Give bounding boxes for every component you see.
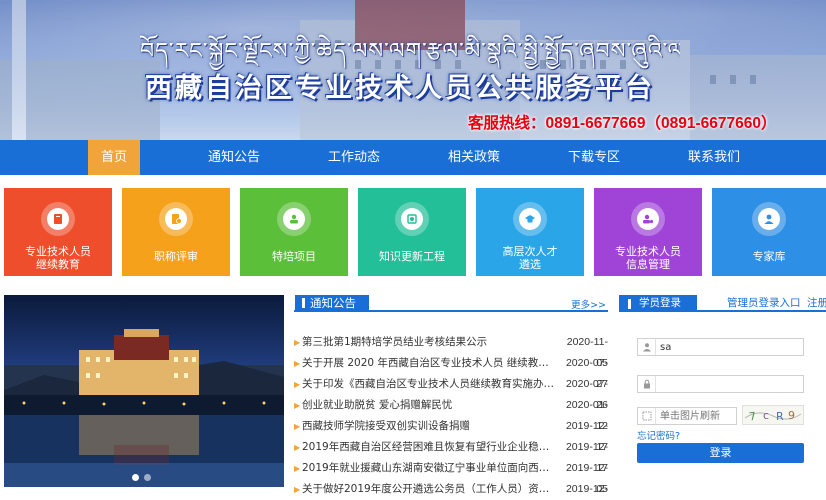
main-nav: 首页 通知公告 工作动态 相关政策 下载专区 联系我们	[0, 140, 826, 175]
notices-header: 通知公告 更多>>	[294, 295, 608, 312]
carousel-dot[interactable]	[144, 474, 151, 481]
login-panel: 学员登录 管理员登录入口 注册 7 c R 9 忘记密码? 登录	[619, 295, 826, 500]
list-item[interactable]: ▶关于做好2019年度公开遴选公务员（工作人员）资格审查 2019-12-03	[294, 479, 608, 500]
carousel-dots	[132, 474, 151, 481]
svg-text:R: R	[776, 410, 784, 423]
list-item[interactable]: ▶ 西藏技师学院接受双创实训设备捐赠 2019-12-17	[294, 416, 608, 453]
user-settings-icon	[637, 208, 659, 230]
list-item[interactable]: ▶ 第三批第1期特培学员结业考核结果公示 2020-11-05	[294, 332, 608, 369]
list-item[interactable]: ▶ 2019年西藏自治区经营困难且恢复有望行业企业稳岗返还 2019-12-17	[294, 437, 608, 474]
notices-panel: 通知公告 更多>> ▶ 第三批第1期特培学员结业考核结果公示 2020-11-05 …	[294, 295, 608, 500]
list-item[interactable]: ▶关于开展 2020 年西藏自治区专业技术人员 继续教育公需科目培训的通知202…	[294, 353, 608, 390]
notice-title[interactable]: 关于开展 2020 年西藏自治区专业技术人员 继续教育公需科目培训的通知	[302, 353, 554, 374]
book-icon	[47, 208, 69, 230]
nav-item-contact[interactable]: 联系我们	[654, 140, 774, 175]
graduation-cap-icon	[519, 208, 541, 230]
nav-item-home[interactable]: 首页	[88, 140, 140, 175]
notice-title[interactable]: 西藏技师学院接受双创实训设备捐赠	[302, 416, 554, 437]
site-title: 西藏自治区专业技术人员公共服务平台	[145, 73, 655, 104]
notice-title[interactable]: 关于做好2019年度公开遴选公务员（工作人员）资格审查	[302, 479, 554, 500]
bullet-icon: ▶	[294, 422, 301, 431]
notice-title[interactable]: 第三批第1期特培学员结业考核结果公示	[302, 332, 554, 353]
captcha-field[interactable]	[637, 407, 800, 425]
svg-text:9: 9	[788, 409, 795, 422]
tile-high-level-talent[interactable]: 高层次人才 遴选	[476, 188, 584, 276]
expert-icon	[758, 208, 780, 230]
bullet-icon: ▶	[294, 464, 301, 473]
svg-text:c: c	[763, 409, 769, 422]
tile-info-management[interactable]: 专业技术人员 信息管理	[594, 188, 702, 276]
notice-title[interactable]: 创业就业助脱贫 爱心捐赠解民忧	[302, 395, 554, 416]
hotline-numbers: 0891-6677669（0891-6677660）	[545, 115, 777, 132]
notices-list: ▶ 第三批第1期特培学员结业考核结果公示 2020-11-05 ▶ 关于开展 2020…	[294, 332, 608, 500]
password-input[interactable]	[660, 377, 800, 391]
tile-label: 特培项目	[272, 250, 316, 263]
nav-item-policies[interactable]: 相关政策	[414, 140, 534, 175]
password-field[interactable]	[637, 375, 804, 393]
photo-carousel[interactable]	[4, 295, 284, 487]
notice-date: 2019-12-03	[565, 483, 608, 495]
tile-knowledge-update[interactable]: 知识更新工程	[358, 188, 466, 276]
login-tabs: 学员登录 管理员登录入口 注册	[619, 295, 826, 312]
bullet-icon: ▶	[294, 359, 301, 368]
service-tiles: 专业技术人员 继续教育 职称评审 特培项目 知识更新工程 高层次人才 遴选 专业技术…	[4, 188, 826, 276]
captcha-image[interactable]: 7 c R 9	[742, 405, 804, 425]
nav-item-downloads[interactable]: 下载专区	[534, 140, 654, 175]
list-item[interactable]: ▶ 2019年就业援藏山东湖南安徽辽宁事业单位面向西藏生源 2019-12-05	[294, 458, 608, 495]
hotline: 客服热线：0891-6677669（0891-6677660）	[468, 111, 777, 133]
bullet-icon: ▶	[294, 401, 301, 410]
username-field[interactable]	[637, 338, 804, 356]
notices-tab-label: 通知公告	[310, 296, 356, 310]
certificate-icon	[165, 208, 187, 230]
carousel-dot[interactable]	[132, 474, 139, 481]
tile-label: 专家库	[752, 250, 786, 263]
tile-special-training[interactable]: 特培项目	[240, 188, 348, 276]
page: བོད་རང་སྐྱོང་ལྗོངས་ཀྱི་ཆེད་ལས་ལག་རྩལ་མི་…	[0, 0, 826, 500]
notice-title[interactable]: 2019年就业援藏山东湖南安徽辽宁事业单位面向西藏生源	[302, 458, 554, 479]
notice-title[interactable]: 2019年西藏自治区经营困难且恢复有望行业企业稳岗返还	[302, 437, 554, 458]
tile-label: 信息管理	[626, 258, 670, 271]
tab-student-login[interactable]: 学员登录	[619, 295, 697, 312]
refresh-document-icon	[401, 208, 423, 230]
header-banner: བོད་རང་སྐྱོང་ལྗོངས་ཀྱི་ཆེད་ལས་ལག་རྩལ་མི་…	[0, 0, 826, 140]
bullet-icon: ▶	[294, 338, 301, 347]
teacher-icon	[283, 208, 305, 230]
list-item[interactable]: ▶ 创业就业助脱贫 爱心捐赠解民忧 2020-01-12	[294, 395, 608, 432]
tile-continuing-education[interactable]: 专业技术人员 继续教育	[4, 188, 112, 276]
svg-text:7: 7	[748, 410, 757, 424]
tile-label: 继续教育	[36, 258, 80, 271]
captcha-icon	[638, 408, 656, 424]
username-input[interactable]	[660, 340, 800, 354]
tile-label: 遴选	[519, 258, 541, 271]
more-link[interactable]: 更多>>	[571, 297, 606, 311]
user-icon	[638, 339, 656, 355]
tile-label: 专业技术人员	[25, 245, 91, 258]
bullet-icon: ▶	[294, 443, 301, 452]
tile-label: 高层次人才	[502, 245, 558, 258]
tab-register[interactable]: 注册	[807, 295, 826, 312]
tile-title-review[interactable]: 职称评审	[122, 188, 230, 276]
potala-night-photo	[4, 329, 284, 487]
hotline-label: 客服热线：	[468, 114, 546, 132]
tile-label: 知识更新工程	[379, 250, 445, 263]
tab-label: 学员登录	[639, 297, 681, 309]
bullet-icon: ▶	[294, 485, 301, 494]
tile-expert-library[interactable]: 专家库	[712, 188, 826, 276]
lock-icon	[638, 376, 656, 392]
login-button[interactable]: 登录	[637, 443, 804, 463]
tile-label: 职称评审	[154, 250, 198, 263]
nav-item-notices[interactable]: 通知公告	[174, 140, 294, 175]
notices-tab[interactable]: 通知公告	[295, 295, 369, 312]
nav-item-work-news[interactable]: 工作动态	[294, 140, 414, 175]
bullet-icon: ▶	[294, 380, 301, 389]
tab-admin-login[interactable]: 管理员登录入口	[727, 295, 801, 312]
tile-label: 专业技术人员	[615, 245, 681, 258]
notice-title[interactable]: 关于印发《西藏自治区专业技术人员继续教育实施办法》的通知	[302, 374, 554, 395]
forgot-password-link[interactable]: 忘记密码?	[637, 428, 680, 442]
list-item[interactable]: ▶关于印发《西藏自治区专业技术人员继续教育实施办法》的通知2020-07-26	[294, 374, 608, 411]
